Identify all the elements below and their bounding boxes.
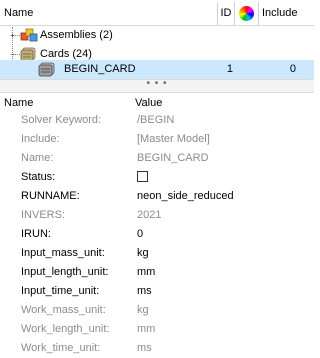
column-header-include[interactable]: Include [259,2,314,25]
column-header-color[interactable] [235,2,259,25]
properties-header-name[interactable]: Name [4,94,33,112]
property-value: BEGIN_CARD [137,152,209,164]
property-label: Input_time_unit: [21,285,100,297]
tree-item-label: BEGIN_CARD [64,63,136,75]
tree-item-id: 1 [226,63,233,75]
property-label: Name: [21,152,54,164]
property-value[interactable]: 0 [137,225,143,244]
property-label: Input_mass_unit: [21,247,105,259]
property-value[interactable]: neon_side_reduced [137,187,234,206]
properties-header-value[interactable]: Value [135,94,162,112]
column-header-id[interactable]: ID [218,2,235,25]
property-value: kg [137,304,149,316]
splitter-grip-icon: • • • [146,78,168,89]
property-label: INVERS: [21,209,66,221]
tree-column-header: Name ID Include [0,2,314,26]
property-value: ms [137,342,152,354]
property-value: mm [137,323,156,335]
property-row[interactable]: Status: [0,168,314,187]
tree-item-assemblies[interactable]: + Assemblies (2) [0,26,314,45]
panel-splitter[interactable]: • • • [0,78,314,93]
property-row[interactable]: Work_mass_unit: kg [0,301,314,320]
property-row[interactable]: Include: [Master Model] [0,130,314,149]
property-label: Work_time_unit: [21,342,101,354]
property-row[interactable]: IRUN: 0 [0,225,314,244]
property-row[interactable]: RUNNAME: neon_side_reduced [0,187,314,206]
property-label: RUNNAME: [21,190,80,202]
expand-icon[interactable]: + [8,31,17,40]
property-value[interactable]: ms [137,282,152,301]
property-label: IRUN: [21,228,51,240]
property-row[interactable]: Work_length_unit: mm [0,320,314,339]
collapse-icon[interactable]: − [8,50,17,59]
assemblies-icon [20,27,38,43]
property-label: Work_length_unit: [21,323,110,335]
properties-header: Name Value [0,94,314,112]
property-row[interactable]: Name: BEGIN_CARD [0,149,314,168]
property-value[interactable]: mm [137,263,155,282]
property-row[interactable]: Input_mass_unit: kg [0,244,314,263]
property-value[interactable]: kg [137,244,149,263]
property-label: Solver Keyword: [21,114,102,126]
property-row[interactable]: Solver Keyword: /BEGIN [0,111,314,130]
status-checkbox[interactable] [137,171,148,182]
tree-item-include: 0 [289,63,296,75]
column-header-name[interactable]: Name [0,2,218,25]
property-label: Status: [21,171,56,183]
property-label: Include: [21,133,60,145]
property-row[interactable]: Input_time_unit: ms [0,282,314,301]
property-row[interactable]: Input_length_unit: mm [0,263,314,282]
color-wheel-icon [239,6,254,21]
tree-item-begin-card[interactable]: BEGIN_CARD 1 0 [0,60,314,79]
card-icon [38,61,56,77]
property-value: /BEGIN [137,114,175,126]
property-label: Input_length_unit: [21,266,109,278]
tree-item-label: Assemblies (2) [40,29,113,41]
property-label: Work_mass_unit: [21,304,106,316]
property-value: [Master Model] [137,133,210,145]
property-value: 2021 [137,209,162,221]
property-row[interactable]: INVERS: 2021 [0,206,314,225]
property-row[interactable]: Work_time_unit: ms [0,339,314,358]
